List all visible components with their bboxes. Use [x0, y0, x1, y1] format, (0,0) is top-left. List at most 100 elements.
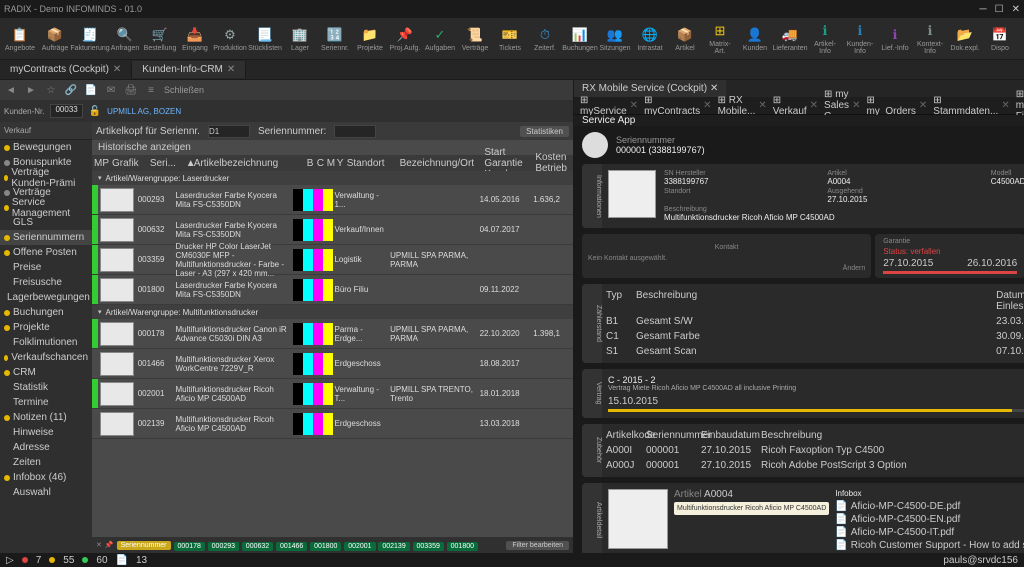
cockpit-tab[interactable]: ⊞ my_Orders✕: [866, 95, 927, 117]
serial-chip[interactable]: 002001: [344, 542, 375, 551]
ribbon-stücklisten[interactable]: 📃Stücklisten: [249, 26, 281, 52]
menu-icon[interactable]: ≡: [144, 83, 158, 97]
col-header[interactable]: MP: [92, 158, 110, 169]
table-row[interactable]: 002001 Multifunktionsdrucker Ricoh Afici…: [92, 379, 573, 409]
close-icon[interactable]: ✕: [1012, 4, 1020, 15]
doc-icon[interactable]: 📄: [84, 83, 98, 97]
sidebar-item[interactable]: Buchungen: [0, 305, 92, 320]
vtab-counter[interactable]: Zählerstand: [582, 284, 602, 363]
link-icon[interactable]: 🔗: [64, 83, 78, 97]
group-header[interactable]: ▾Artikel/Warengruppe: Laserdrucker: [92, 171, 573, 185]
ribbon-verträge[interactable]: 📜Verträge: [459, 26, 491, 52]
sidebar-item[interactable]: Statistik: [0, 380, 92, 395]
accessory-row[interactable]: A000I00000127.10.2015Ricoh Faxoption Typ…: [606, 443, 1024, 458]
ribbon-kontext-info[interactable]: ℹKontext-Info: [914, 22, 946, 55]
ribbon-angebote[interactable]: 📋Angebote: [4, 26, 36, 52]
sidebar-item[interactable]: Seriennummern: [0, 230, 92, 245]
sidebar-item[interactable]: Hinweise: [0, 425, 92, 440]
ribbon-lieferanten[interactable]: 🚚Lieferanten: [774, 26, 806, 52]
col-header[interactable]: C: [315, 158, 325, 169]
sidebar-item[interactable]: Verträge Kunden-Prämi: [0, 170, 92, 185]
counter-row[interactable]: C1Gesamt Farbe30.09.201626714›: [606, 329, 1024, 344]
cockpit-tab[interactable]: ⊞ Verkauf✕: [773, 95, 818, 117]
sidebar-item[interactable]: CRM: [0, 365, 92, 380]
ribbon-kunden[interactable]: 👤Kunden: [739, 26, 771, 52]
ribbon-eingang[interactable]: 📥Eingang: [179, 26, 211, 52]
sidebar-item[interactable]: Auswahl: [0, 485, 92, 500]
ribbon-artikel-info[interactable]: ℹArtikel-Info: [809, 22, 841, 55]
table-row[interactable]: 001800 Laserdrucker Farbe Kyocera Mita F…: [92, 275, 573, 305]
serial-chip[interactable]: 000293: [208, 542, 239, 551]
filter-edit-button[interactable]: Filter bearbeiten: [506, 541, 569, 550]
sidebar-item[interactable]: Notizen (11): [0, 410, 92, 425]
ribbon-matrix-art.[interactable]: ⊞Matrix-Art.: [704, 22, 736, 55]
vtab-info[interactable]: Informationen: [582, 164, 602, 228]
col-header[interactable]: Standort: [345, 158, 398, 169]
sidebar-item[interactable]: Service Management: [0, 200, 92, 215]
table-row[interactable]: 000293 Laserdrucker Farbe Kyocera Mita F…: [92, 185, 573, 215]
sidebar-item[interactable]: Zeiten: [0, 455, 92, 470]
ribbon-produktion[interactable]: ⚙Produktion: [214, 26, 246, 52]
sidebar-item[interactable]: Projekte: [0, 320, 92, 335]
vtab-contract[interactable]: Vertrag: [582, 369, 602, 418]
infobox-file[interactable]: 📄Aficio-MP-C4500-DE.pdf: [835, 500, 1024, 513]
sidebar-item[interactable]: Offene Posten: [0, 245, 92, 260]
serial-chip[interactable]: 003359: [413, 542, 444, 551]
serial-chip[interactable]: 001800: [310, 542, 341, 551]
minimize-icon[interactable]: ─: [980, 4, 987, 15]
table-row[interactable]: 000178 Multifunktionsdrucker Canon iR Ad…: [92, 319, 573, 349]
lock-icon[interactable]: 🔓: [89, 106, 101, 117]
ribbon-proj.aufg.[interactable]: 📌Proj.Aufg.: [389, 26, 421, 52]
ribbon-lager[interactable]: 🏢Lager: [284, 26, 316, 52]
col-header[interactable]: ▲: [184, 158, 192, 169]
maximize-icon[interactable]: ☐: [995, 4, 1004, 15]
ribbon-aufträge[interactable]: 📦Aufträge: [39, 26, 71, 52]
ribbon-aufgaben[interactable]: ✓Aufgaben: [424, 26, 456, 52]
cockpit-tab[interactable]: ⊞ Stammdaten...✕: [933, 95, 1009, 117]
group-header[interactable]: ▾Artikel/Warengruppe: Multifunktionsdruc…: [92, 305, 573, 319]
col-header[interactable]: Seri...: [148, 158, 184, 169]
cockpit-tab[interactable]: ⊞ myService✕: [580, 95, 638, 117]
table-row[interactable]: 001466 Multifunktionsdrucker Xerox WorkC…: [92, 349, 573, 379]
serial-chip[interactable]: 000632: [242, 542, 273, 551]
col-header[interactable]: Bezeichnung/Ort: [398, 158, 483, 169]
serial-chip[interactable]: 001800: [447, 542, 478, 551]
serial-chip[interactable]: 002139: [378, 542, 409, 551]
table-row[interactable]: 000632 Laserdrucker Farbe Kyocera Mita F…: [92, 215, 573, 245]
vtab-detail[interactable]: Artikeldetail: [582, 483, 602, 553]
counter-row[interactable]: B1Gesamt S/W23.03.2023127548›: [606, 314, 1024, 329]
ribbon-rekl.[interactable]: ⚠Rekl.: [1019, 26, 1024, 52]
ribbon-sitzungen[interactable]: 👥Sitzungen: [599, 26, 631, 52]
sidebar-item[interactable]: Lagerbewegungen: [0, 290, 92, 305]
serial-input[interactable]: [334, 125, 376, 138]
change-contact[interactable]: Ändern: [843, 265, 866, 272]
ribbon-anfragen[interactable]: 🔍Anfragen: [109, 26, 141, 52]
sidebar-item[interactable]: Termine: [0, 395, 92, 410]
sidebar-item[interactable]: Folklimutionen: [0, 335, 92, 350]
infobox-file[interactable]: 📄Aficio-MP-C4500-EN.pdf: [835, 513, 1024, 526]
ribbon-seriennr.[interactable]: 🔢Seriennr.: [319, 26, 351, 52]
close-button[interactable]: Schließen: [164, 85, 204, 95]
ribbon-lief.-info[interactable]: ℹLief.-Info: [879, 26, 911, 52]
print-icon[interactable]: 🖨: [124, 83, 138, 97]
col-header[interactable]: Artikelbezeichnung: [192, 158, 305, 169]
col-header[interactable]: Grafik: [110, 158, 148, 169]
counter-row[interactable]: S1Gesamt Scan07.10.20216973›: [606, 344, 1024, 359]
ribbon-tickets[interactable]: 🎫Tickets: [494, 26, 526, 52]
infobox-file[interactable]: 📄Aficio-MP-C4500-IT.pdf: [835, 526, 1024, 539]
cockpit-tab[interactable]: ⊞ RX Mobile...✕: [718, 95, 767, 117]
col-header[interactable]: Y: [335, 158, 345, 169]
ribbon-bestellung[interactable]: 🛒Bestellung: [144, 26, 176, 52]
table-row[interactable]: 002139 Multifunktionsdrucker Ricoh Afici…: [92, 409, 573, 439]
ribbon-artikel[interactable]: 📦Artikel: [669, 26, 701, 52]
infobox-file[interactable]: 📄Ricoh Customer Support - How to add sta…: [835, 539, 1024, 552]
ribbon-projekte[interactable]: 📁Projekte: [354, 26, 386, 52]
ribbon-fakturierung[interactable]: 🧾Fakturierung: [74, 26, 106, 52]
ribbon-kunden-info[interactable]: ℹKunden-Info: [844, 22, 876, 55]
sidebar-item[interactable]: Preise: [0, 260, 92, 275]
ribbon-buchungen[interactable]: 📊Buchungen: [564, 26, 596, 52]
cockpit-tab[interactable]: ⊞ myContracts✕: [644, 95, 712, 117]
stats-button[interactable]: Statistiken: [520, 126, 569, 137]
pos-input[interactable]: [208, 125, 250, 138]
sidebar-item[interactable]: Freisusche: [0, 275, 92, 290]
